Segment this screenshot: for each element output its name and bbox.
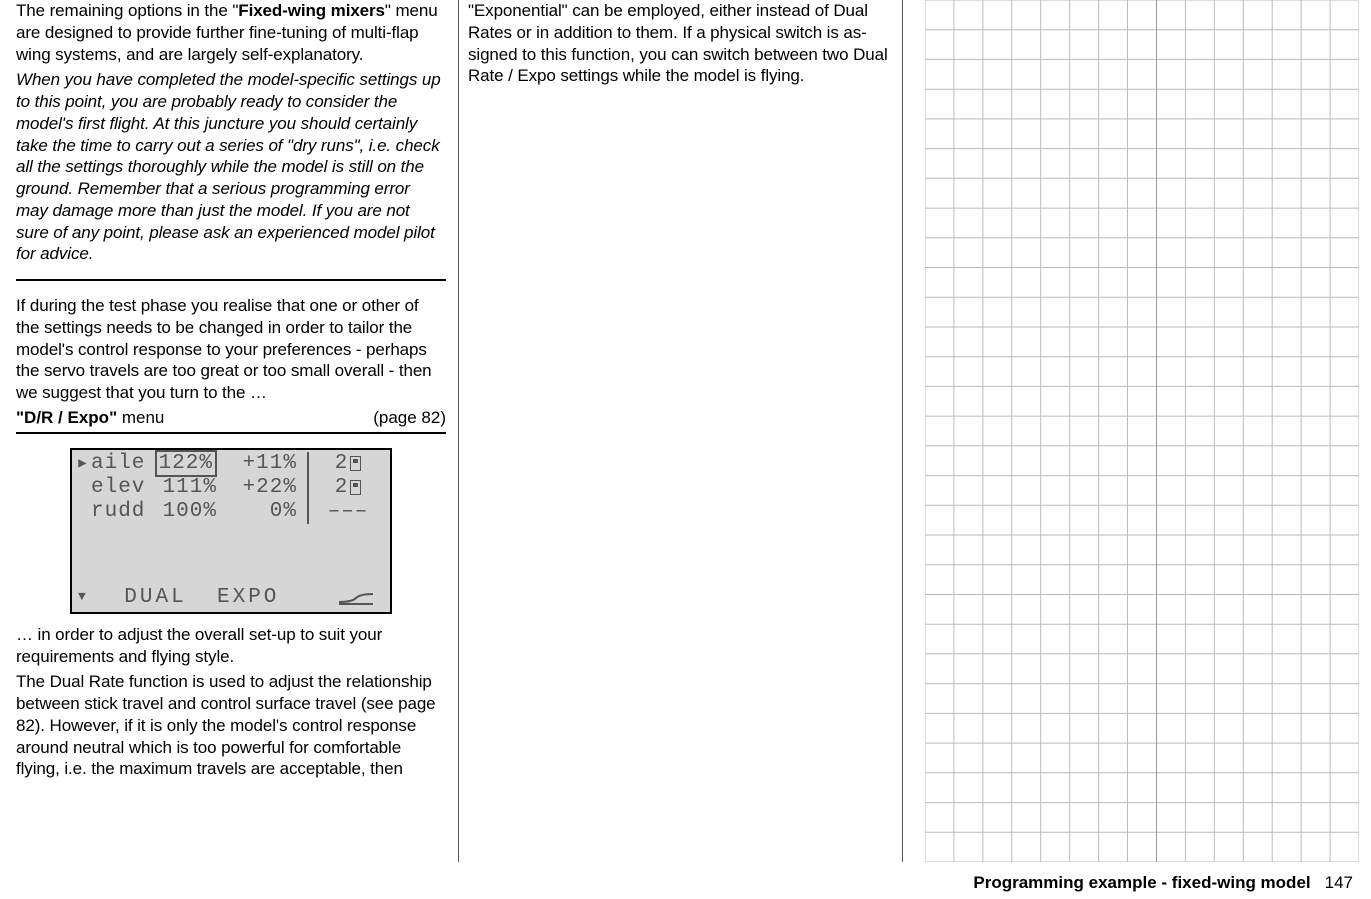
- paragraph-first-flight: When you have completed the model-specif…: [16, 69, 446, 265]
- notes-grid: [925, 0, 1359, 862]
- lcd-inner: ▶aile122%+11%2elev111%+22%2rudd100%0%–––…: [72, 450, 390, 612]
- page-number: 147: [1325, 873, 1353, 893]
- page-footer: Programming example - fixed-wing model 1…: [973, 873, 1353, 893]
- bold-menu-name: Fixed-wing mixers: [238, 1, 385, 20]
- lcd-screen: ▶aile122%+11%2elev111%+22%2rudd100%0%–––…: [70, 448, 392, 614]
- column-2: "Exponential" can be employed, either in…: [468, 0, 893, 91]
- lcd-footer-expo: EXPO: [213, 586, 307, 610]
- paragraph-dual-rate: The Dual Rate function is used to adjust…: [16, 671, 446, 780]
- lcd-channel-name: elev: [91, 476, 147, 500]
- section-divider: [16, 279, 446, 281]
- lcd-row: ▶aile122%+11%2: [72, 452, 390, 476]
- menu-name-bold: "D/R / Expo": [16, 408, 117, 427]
- lcd-row: rudd100%0%–––: [72, 500, 390, 524]
- paragraph-adjust: … in order to adjust the overall set-up …: [16, 624, 446, 668]
- footer-title: Programming example - fixed-wing model: [973, 873, 1310, 893]
- lcd-switch: –––: [309, 500, 387, 524]
- expo-curve-icon: [307, 591, 384, 605]
- lcd-row: elev111%+22%2: [72, 476, 390, 500]
- menu-label: "D/R / Expo" menu: [16, 408, 164, 428]
- paragraph-test-phase: If during the test phase you realise tha…: [16, 295, 446, 404]
- lcd-dual-value: 122%: [147, 452, 221, 476]
- nav-down-icon: ▼: [78, 590, 98, 605]
- menu-heading-row: "D/R / Expo" menu (page 82): [16, 408, 446, 434]
- text: The remaining options in the ": [16, 1, 238, 20]
- lcd-dual-value: 111%: [147, 476, 221, 500]
- paragraph-exponential: "Exponential" can be employed, either in…: [468, 0, 893, 87]
- lcd-switch: 2: [309, 452, 387, 476]
- column-divider-1: [458, 0, 459, 862]
- lcd-footer: ▼ DUAL EXPO: [72, 584, 390, 612]
- lcd-dual-value: 100%: [147, 500, 221, 524]
- column-1: The remaining options in the "Fixed-wing…: [16, 0, 446, 784]
- page: The remaining options in the "Fixed-wing…: [0, 0, 1371, 899]
- switch-icon: [350, 480, 361, 495]
- menu-name-rest: menu: [117, 408, 164, 427]
- lcd-switch: 2: [309, 476, 387, 500]
- lcd-channel-name: aile: [91, 452, 147, 476]
- lcd-expo-value: +11%: [221, 452, 307, 476]
- lcd-channel-name: rudd: [91, 500, 147, 524]
- switch-icon: [350, 456, 361, 471]
- lcd-expo-value: +22%: [221, 476, 307, 500]
- lcd-footer-dual: DUAL: [98, 586, 213, 610]
- cursor-icon: ▶: [75, 456, 91, 472]
- menu-page-ref: (page 82): [373, 408, 446, 428]
- lcd-expo-value: 0%: [221, 500, 307, 524]
- paragraph-fixed-wing: The remaining options in the "Fixed-wing…: [16, 0, 446, 65]
- column-divider-2: [902, 0, 903, 862]
